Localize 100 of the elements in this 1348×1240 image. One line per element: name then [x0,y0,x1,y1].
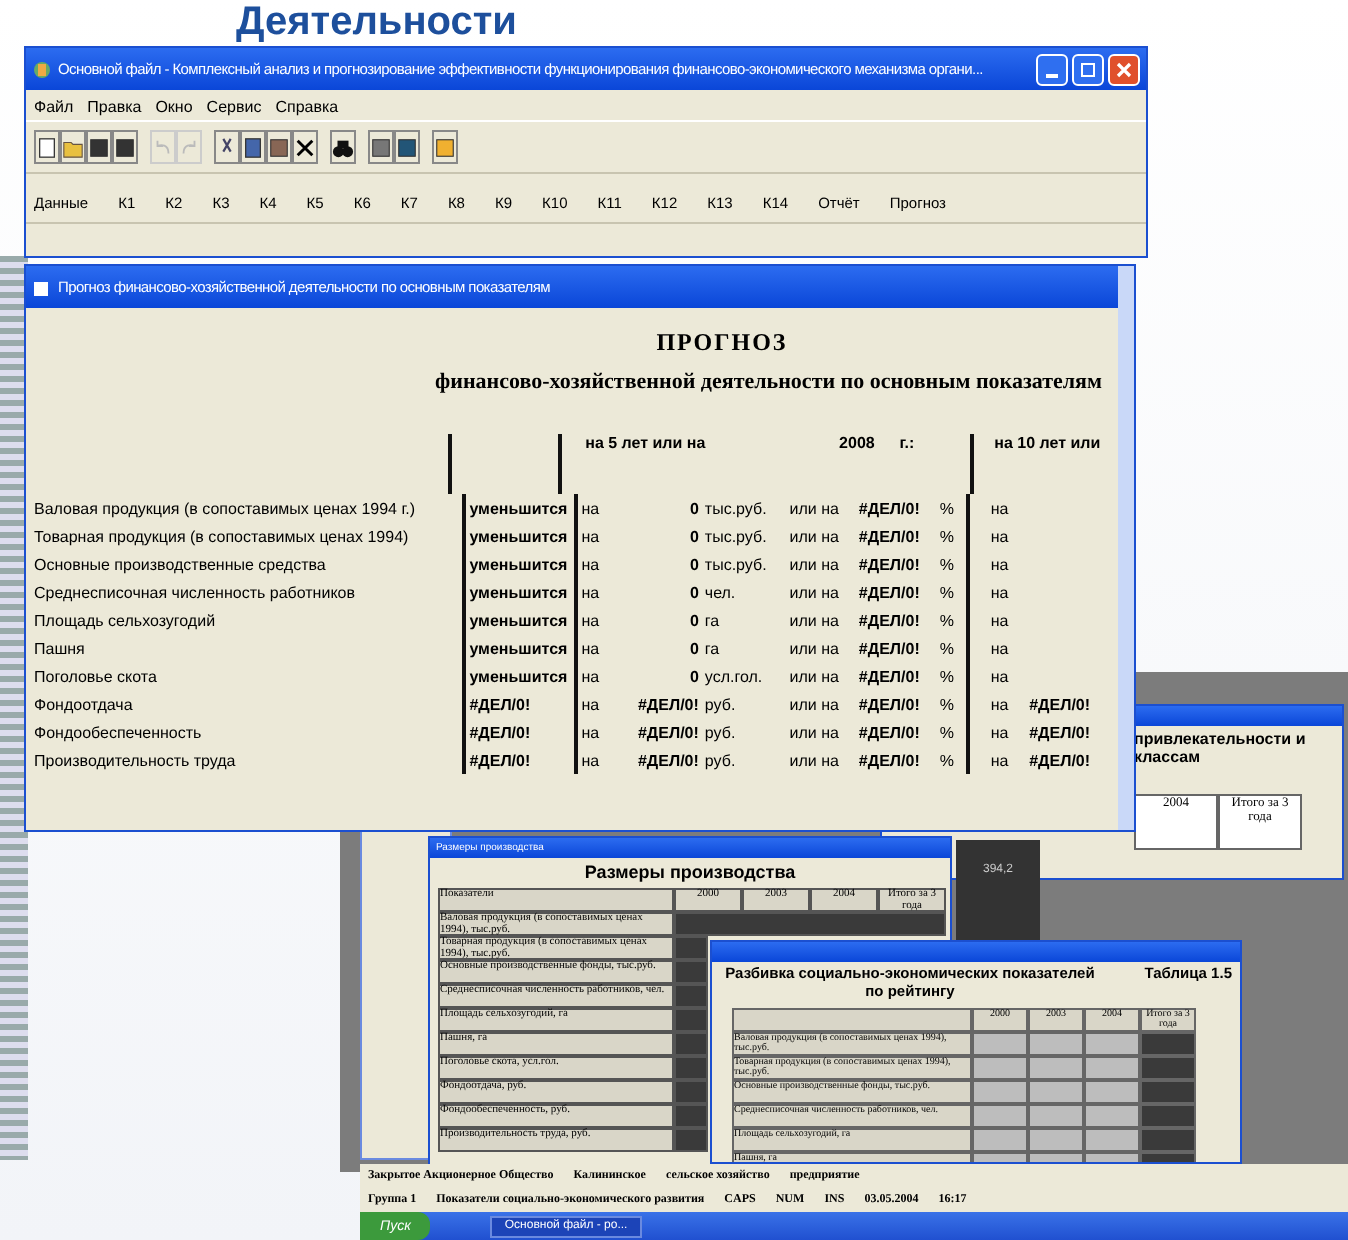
table-cell: 0 [689,499,699,517]
table-cell: чел. [704,583,736,601]
table-cell: на [581,639,600,657]
table-cell: 0 [689,555,699,573]
indicator-label: Площадь сельхозугодий [34,611,218,629]
table-cell: или на [789,751,839,769]
table-cell [674,984,708,1008]
app-icon [32,277,52,297]
table-cell [1084,1032,1140,1056]
table-cell: тыс.руб. [704,527,767,545]
trend-value: #ДЕЛ/0! [469,723,531,741]
table-cell: на [581,527,600,545]
table-cell: на [990,639,1009,657]
table-cell [1140,1104,1196,1128]
table-cell: на [581,667,600,685]
table-cell: 0 [689,667,699,685]
table-cell [972,1104,1028,1128]
page-icon[interactable] [34,130,60,164]
table-cell: на [581,583,600,601]
menu-item[interactable]: Файл [34,98,74,116]
table-cell: #ДЕЛ/0! [637,723,699,741]
table-cell: #ДЕЛ/0! [858,667,920,685]
table-cell [674,1080,708,1104]
trend-value: #ДЕЛ/0! [469,695,531,713]
table-cell: на [581,555,600,573]
indicator-label: Производительность труда [34,751,238,769]
table-cell: #ДЕЛ/0! [858,555,920,573]
indicator-label: Пашня [34,639,87,657]
menu-item[interactable]: Правка [87,98,142,116]
maximize-icon [1078,59,1098,79]
table-cell: на [990,499,1009,517]
table-cell: #ДЕЛ/0! [1029,695,1091,713]
trend-value: уменьшится [469,639,568,657]
table-cell: #ДЕЛ/0! [858,695,920,713]
table-cell: га [704,611,720,629]
menu-item[interactable]: Окно [155,98,193,116]
table-cell [1140,1128,1196,1152]
table-cell: #ДЕЛ/0! [858,723,920,741]
table-cell: или на [789,639,839,657]
column-header: на 10 лет или [970,434,1111,494]
table-cell: на [581,695,600,713]
table-cell: или на [789,527,839,545]
menu-item[interactable]: Сервис [206,98,262,116]
table-cell: % [939,527,954,545]
table-cell: на [990,667,1009,685]
delete-icon[interactable] [292,130,318,164]
window-heading: классам [1134,748,1202,766]
close-icon [1114,59,1134,79]
table-cell [1140,1032,1196,1056]
table-cell: га [704,639,720,657]
table-cell: тыс.руб. [704,499,767,517]
trend-value: уменьшится [469,499,568,517]
scrollbar[interactable] [1118,266,1134,830]
table-cell [674,960,708,984]
menu-item[interactable]: Справка [275,98,339,116]
table-cell: тыс.руб. [704,555,767,573]
table-cell [674,1104,708,1128]
table-cell: руб. [704,751,736,769]
table-cell: % [939,583,954,601]
table-cell [1028,1080,1084,1104]
slide-title: Деятельности [236,0,517,44]
table-cell: #ДЕЛ/0! [858,499,920,517]
table-cell: или на [789,555,839,573]
table-cell: #ДЕЛ/0! [858,583,920,601]
maximize-button[interactable] [1072,53,1104,85]
table-cell [1084,1080,1140,1104]
trend-value: уменьшится [469,583,568,601]
app-icon [32,59,52,79]
trend-value: уменьшится [469,667,568,685]
find-icon[interactable] [330,130,356,164]
table-cell [1028,1104,1084,1128]
table-cell: % [939,611,954,629]
table-cell [674,1128,708,1152]
folder-icon[interactable] [60,130,86,164]
close-button[interactable] [1108,53,1140,85]
table-cell: % [939,555,954,573]
table-cell: #ДЕЛ/0! [1029,751,1091,769]
column-header: г.: [897,434,917,452]
table-cell: #ДЕЛ/0! [858,639,920,657]
indicator-label: Поголовье скота [34,667,159,685]
table-cell: или на [789,667,839,685]
indicator-label: Основные производственные средства [34,555,328,573]
year-value: 2008 [839,434,877,452]
table-cell [674,1008,708,1032]
table-cell: #ДЕЛ/0! [637,751,699,769]
table-cell [1140,1056,1196,1080]
cut-icon[interactable] [214,130,240,164]
table-cell: или на [789,499,839,517]
table-cell [1140,1080,1196,1104]
table-cell [1084,1056,1140,1080]
table-cell: 0 [689,611,699,629]
table-cell: % [939,499,954,517]
trend-value: #ДЕЛ/0! [469,751,531,769]
table-cell: #ДЕЛ/0! [1029,723,1091,741]
minimize-button[interactable] [1036,53,1068,85]
table-cell [972,1032,1028,1056]
indicator-label: Валовая продукция (в сопоставимых ценах 1994 г.) [34,499,418,517]
table-cell: усл.гол. [704,667,763,685]
table-cell: на [581,499,600,517]
table-cell: на [990,695,1009,713]
